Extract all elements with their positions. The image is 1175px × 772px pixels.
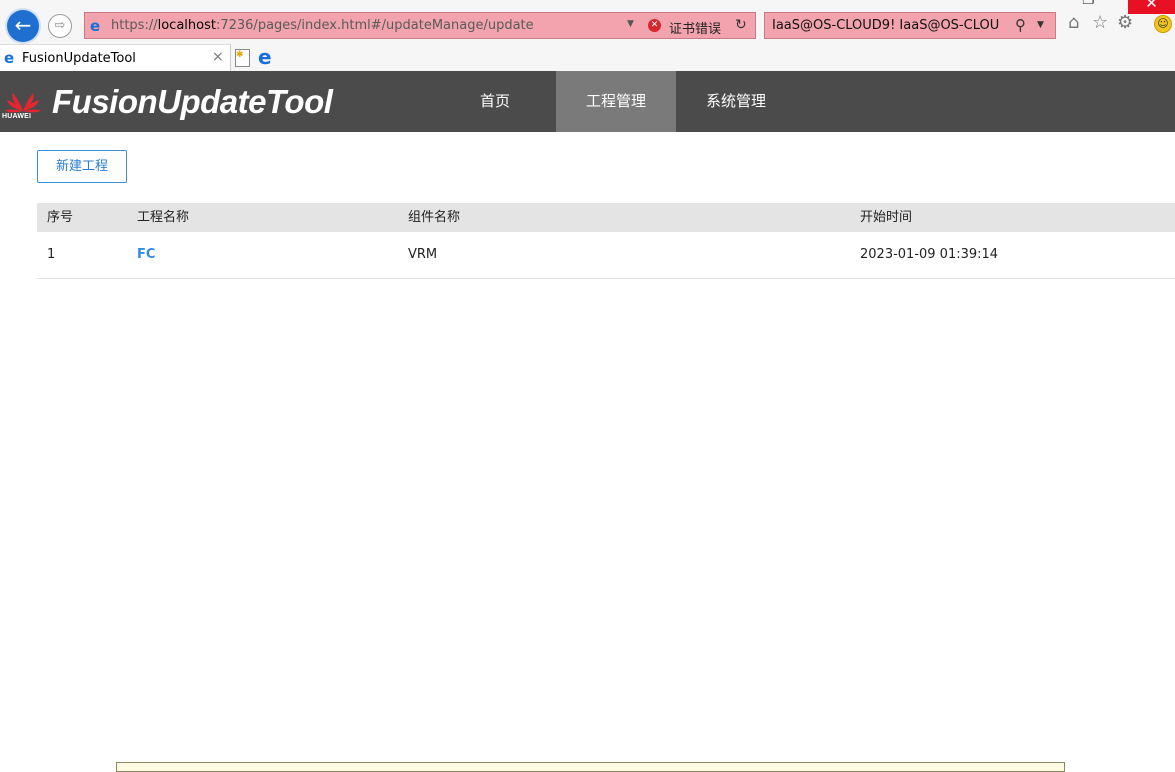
cell-index: 1 — [47, 247, 56, 262]
nav-system-management[interactable]: 系统管理 — [692, 71, 780, 132]
feedback-smile-icon[interactable]: ☺ — [1154, 15, 1172, 33]
favorites-star-icon[interactable]: ☆ — [1092, 12, 1108, 33]
certificate-error-label[interactable]: 证书错误 — [669, 18, 721, 37]
refresh-icon[interactable]: ↻ — [735, 17, 747, 33]
ie-browser-icon[interactable]: e — [258, 45, 272, 69]
search-dropdown-icon[interactable]: ▼ — [1037, 20, 1044, 30]
table-header: 序号 工程名称 组件名称 开始时间 — [37, 203, 1175, 232]
column-header-component-name[interactable]: 组件名称 — [408, 203, 460, 232]
new-project-button[interactable]: 新建工程 — [37, 150, 127, 183]
certificate-error-icon[interactable]: ✕ — [648, 19, 661, 32]
browser-tab[interactable]: e FusionUpdateTool × — [0, 44, 231, 71]
new-tab-icon[interactable]: ✱ — [235, 49, 250, 67]
app-title: FusionUpdateTool — [52, 83, 333, 120]
tab-ie-icon: e — [4, 49, 15, 67]
column-header-index[interactable]: 序号 — [47, 203, 73, 232]
search-input[interactable]: IaaS@OS-CLOUD9! IaaS@OS-CLOU — [772, 18, 1012, 33]
browser-chrome: ← ⇨ e https://localhost:7236/pages/index… — [0, 0, 1175, 71]
settings-gear-icon[interactable]: ⚙ — [1117, 12, 1133, 33]
nav-project-management[interactable]: 工程管理 — [556, 71, 676, 132]
column-header-start-time[interactable]: 开始时间 — [860, 203, 912, 232]
nav-home[interactable]: 首页 — [458, 71, 532, 132]
cell-start-time: 2023-01-09 01:39:14 — [860, 247, 999, 262]
project-table: 序号 工程名称 组件名称 开始时间 1 FC VRM 2023-01-09 01… — [37, 203, 1175, 279]
huawei-logo-icon — [5, 93, 41, 113]
address-bar[interactable]: e https://localhost:7236/pages/index.htm… — [84, 12, 756, 39]
search-bar[interactable]: IaaS@OS-CLOUD9! IaaS@OS-CLOU ⚲ ▼ — [764, 12, 1056, 39]
notification-bar — [116, 762, 1065, 772]
window-close-button[interactable]: ✕ — [1128, 0, 1175, 14]
column-header-project-name[interactable]: 工程名称 — [137, 203, 189, 232]
back-button[interactable]: ← — [7, 10, 39, 42]
app-header: HUAWEI FusionUpdateTool 首页 工程管理 系统管理 — [0, 71, 1175, 132]
search-icon[interactable]: ⚲ — [1015, 16, 1026, 34]
ie-page-icon: e — [90, 17, 101, 35]
home-icon[interactable]: ⌂ — [1068, 12, 1079, 33]
huawei-brand-text: HUAWEI — [2, 113, 32, 120]
window-restore-button[interactable]: ❐ — [1082, 0, 1102, 8]
url-text[interactable]: https://localhost:7236/pages/index.html#… — [111, 18, 534, 33]
cell-component-name: VRM — [408, 247, 438, 262]
forward-button[interactable]: ⇨ — [48, 14, 72, 38]
project-name-link[interactable]: FC — [137, 232, 155, 278]
tab-title: FusionUpdateTool — [22, 51, 136, 66]
tab-close-icon[interactable]: × — [212, 49, 224, 65]
table-row[interactable]: 1 FC VRM 2023-01-09 01:39:14 — [37, 232, 1175, 279]
address-dropdown-icon[interactable]: ▼ — [627, 19, 634, 29]
